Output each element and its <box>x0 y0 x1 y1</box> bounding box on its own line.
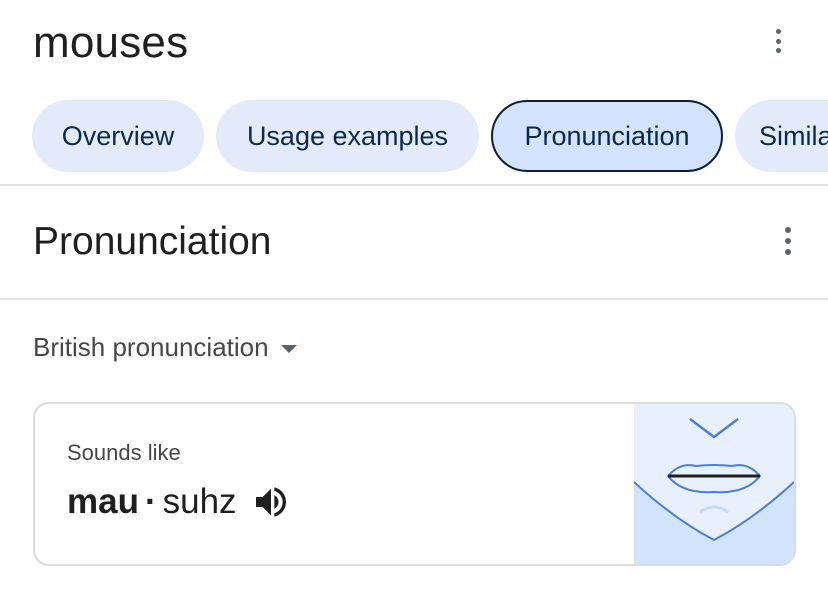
tab-pronunciation[interactable]: Pronunciation <box>491 100 723 172</box>
divider <box>0 184 828 186</box>
tab-similar[interactable]: Simila <box>735 100 828 172</box>
divider <box>0 298 828 300</box>
pronunciation-card: Sounds like mau · suhz <box>33 402 796 566</box>
more-vert-icon[interactable] <box>766 23 790 59</box>
section-title: Pronunciation <box>33 220 272 263</box>
tab-bar: Overview Usage examples Pronunciation Si… <box>0 100 828 172</box>
word-title: mouses <box>33 18 189 67</box>
sounds-like-label: Sounds like <box>67 440 181 465</box>
volume-up-icon[interactable] <box>251 482 291 522</box>
dropdown-label: British pronunciation <box>33 332 269 362</box>
syllable-separator: · <box>144 482 157 521</box>
pronunciation-dropdown[interactable]: British pronunciation <box>33 332 297 363</box>
unstressed-syllable: suhz <box>162 482 237 521</box>
stressed-syllable: mau <box>67 482 139 521</box>
header: mouses <box>0 0 828 92</box>
mouth-diagram <box>633 404 794 564</box>
tab-overview[interactable]: Overview <box>32 100 204 172</box>
arrow-drop-down-icon <box>280 344 297 353</box>
mouth-diagram-icon <box>633 418 794 564</box>
phonetic-spelling: mau · suhz <box>67 482 291 522</box>
more-vert-icon[interactable] <box>776 221 800 261</box>
tab-usage-examples[interactable]: Usage examples <box>216 100 479 172</box>
